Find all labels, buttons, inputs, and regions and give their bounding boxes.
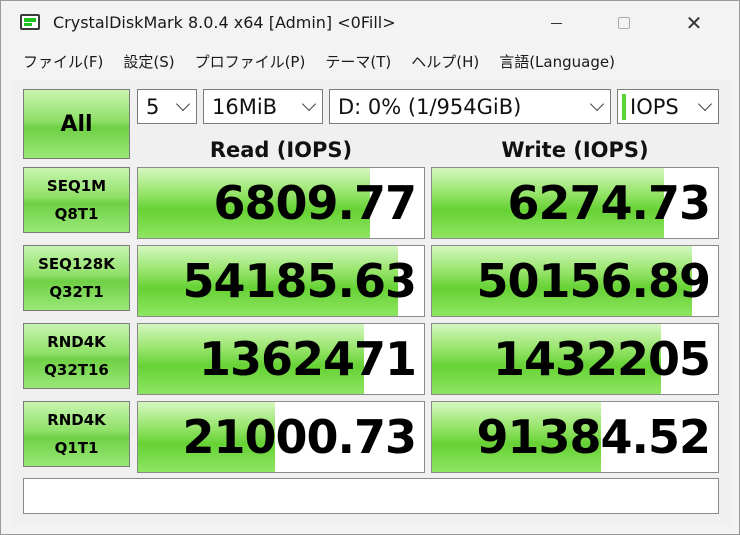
test-count-select[interactable]: 5 [137,89,197,124]
menu-help[interactable]: ヘルプ(H) [401,51,489,72]
chevron-down-icon [697,96,713,112]
write-result-cell: 91384.52 [431,401,719,473]
drive-select[interactable]: D: 0% (1/954GiB) [329,89,611,124]
seq128k-q32t1-button[interactable]: SEQ128K Q32T1 [23,245,130,311]
close-icon: ✕ [685,11,703,35]
unit-select[interactable]: IOPS [617,89,719,124]
write-header: Write (IOPS) [501,138,649,162]
app-icon [20,14,40,30]
close-button[interactable]: ✕ [671,1,717,45]
comment-input[interactable] [23,478,719,514]
read-result-cell: 21000.73 [137,401,425,473]
write-value: 91384.52 [476,410,711,464]
write-value: 6274.73 [507,176,711,230]
minimize-icon [550,22,562,24]
read-header: Read (IOPS) [209,138,353,162]
unit-value: IOPS [630,94,679,119]
read-value: 6809.77 [213,176,417,230]
test-name: SEQ128K [38,255,115,273]
write-result-cell: 6274.73 [431,167,719,239]
test-params: Q8T1 [54,205,99,223]
chevron-down-icon [175,96,191,112]
test-name: SEQ1M [46,177,107,195]
write-value: 1432205 [492,332,711,386]
seq1m-q8t1-button[interactable]: SEQ1M Q8T1 [23,167,130,233]
write-result-cell: 50156.89 [431,245,719,317]
chevron-down-icon [301,96,317,112]
maximize-button[interactable] [601,1,647,45]
rnd4k-q1t1-button[interactable]: RND4K Q1T1 [23,401,130,467]
test-size-select[interactable]: 16MiB [203,89,323,124]
all-button[interactable]: All [23,89,130,159]
menu-bar: ファイル(F) 設定(S) プロファイル(P) テーマ(T) ヘルプ(H) 言語… [1,47,739,75]
minimize-button[interactable] [533,1,579,45]
test-count-value: 5 [146,94,160,119]
test-params: Q32T1 [49,283,104,301]
unit-indicator [622,94,626,120]
test-name: RND4K [47,411,106,429]
read-value: 21000.73 [182,410,417,464]
read-result-cell: 1362471 [137,323,425,395]
test-name: RND4K [47,333,106,351]
menu-profile[interactable]: プロファイル(P) [185,51,316,72]
read-value: 54185.63 [182,254,417,308]
test-params: Q32T16 [44,361,109,379]
drive-value: D: 0% (1/954GiB) [338,94,522,119]
read-result-cell: 6809.77 [137,167,425,239]
read-result-cell: 54185.63 [137,245,425,317]
menu-file[interactable]: ファイル(F) [13,51,113,72]
menu-language[interactable]: 言語(Language) [489,51,625,72]
benchmark-panel: All 5 16MiB D: 0% (1/954GiB) IOPS Read (… [11,81,731,526]
crystaldiskmark-window: CrystalDiskMark 8.0.4 x64 [Admin] <0Fill… [0,0,740,535]
title-bar[interactable]: CrystalDiskMark 8.0.4 x64 [Admin] <0Fill… [1,1,739,45]
maximize-icon [618,17,630,29]
write-result-cell: 1432205 [431,323,719,395]
test-params: Q1T1 [54,439,99,457]
read-value: 1362471 [198,332,417,386]
rnd4k-q32t16-button[interactable]: RND4K Q32T16 [23,323,130,389]
chevron-down-icon [589,96,605,112]
menu-settings[interactable]: 設定(S) [113,51,184,72]
menu-theme[interactable]: テーマ(T) [315,51,401,72]
write-value: 50156.89 [476,254,711,308]
window-title: CrystalDiskMark 8.0.4 x64 [Admin] <0Fill… [53,13,396,32]
test-size-value: 16MiB [212,94,278,119]
